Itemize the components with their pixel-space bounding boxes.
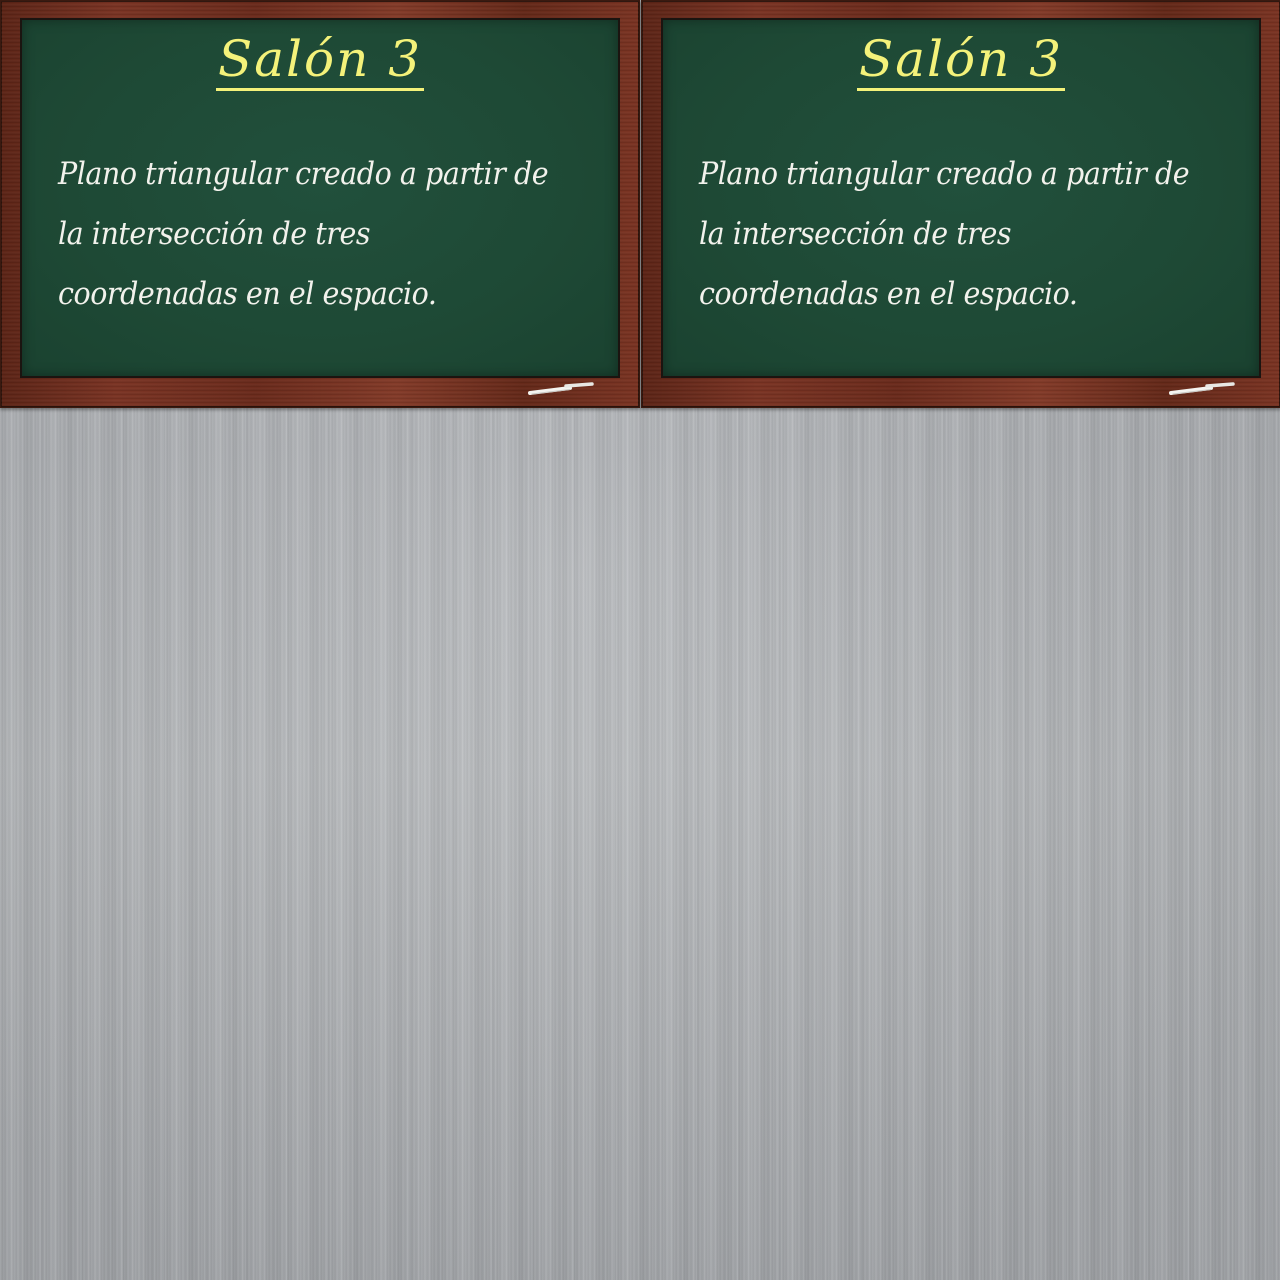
chalk-icon [528, 382, 594, 395]
chalkboard-surface: Salón 3 Plano triangular creado a partir… [20, 18, 620, 378]
board-title: Salón 3 [22, 34, 618, 91]
board-text: Plano triangular creado a partir de la i… [699, 156, 1190, 312]
board-text: Plano triangular creado a partir de la i… [58, 156, 549, 312]
board-title: Salón 3 [663, 34, 1259, 91]
chalk-icon [1169, 382, 1235, 395]
chalkboard-right: Salón 3 Plano triangular creado a partir… [641, 0, 1280, 408]
chalkboard-left: Salón 3 Plano triangular creado a partir… [0, 0, 640, 408]
chalkboard-surface: Salón 3 Plano triangular creado a partir… [661, 18, 1261, 378]
